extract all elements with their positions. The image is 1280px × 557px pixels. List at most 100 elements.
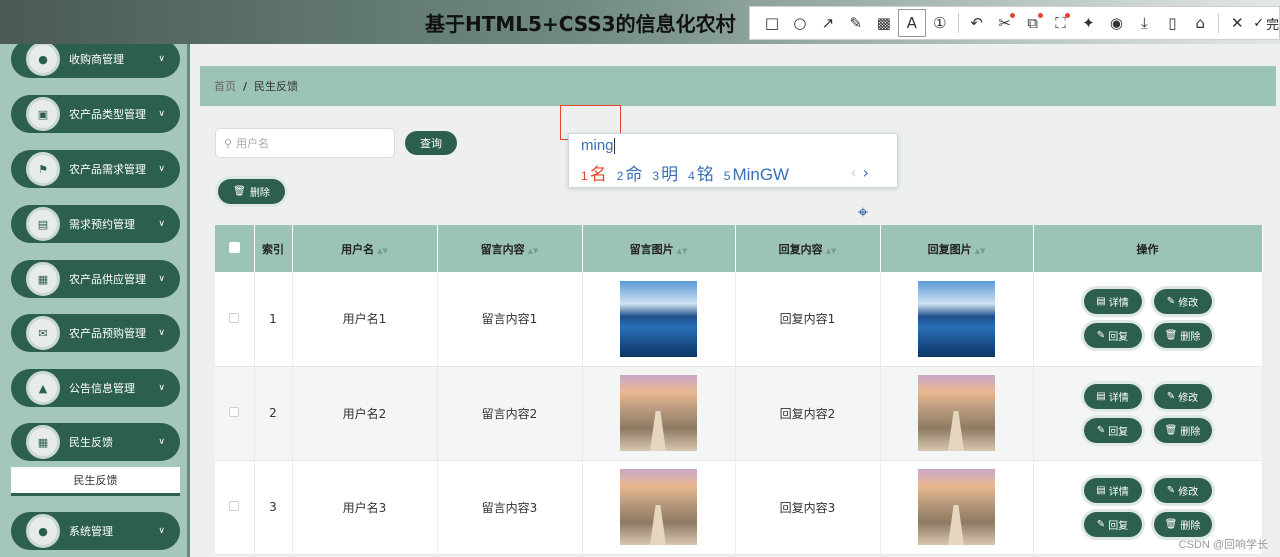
- sort-icon[interactable]: ▲▼: [826, 247, 837, 255]
- submenu-item-feedback[interactable]: 民生反馈: [11, 467, 180, 493]
- ime-input-text: ming: [581, 137, 614, 154]
- cell-reply-image: [880, 460, 1034, 555]
- breadcrumb-home[interactable]: 首页: [214, 78, 236, 94]
- chevron-left-icon[interactable]: ‹: [850, 163, 856, 182]
- select-all-checkbox[interactable]: [228, 241, 240, 253]
- chart-icon: ▲: [26, 371, 60, 405]
- pin-icon[interactable]: ✦: [1074, 9, 1102, 37]
- pencil-icon[interactable]: ✎: [842, 9, 870, 37]
- edit-button[interactable]: ✎ 修改: [1153, 289, 1212, 315]
- ime-candidate[interactable]: 5 MinGW: [724, 165, 789, 185]
- undo-icon[interactable]: ↶: [963, 9, 991, 37]
- sidebar-item-product-type[interactable]: ▣ 农产品类型管理 ∨: [11, 95, 180, 133]
- edit-button[interactable]: ✎ 修改: [1153, 383, 1212, 409]
- sidebar-item-buyer[interactable]: ● 收购商管理 ∨: [11, 44, 180, 78]
- monitor-icon: ▣: [26, 97, 60, 131]
- reply-image[interactable]: [918, 280, 995, 357]
- trash-icon: 🗑: [233, 186, 246, 197]
- reply-image[interactable]: [918, 469, 995, 545]
- delete-button[interactable]: 🗑 删除: [1153, 511, 1212, 537]
- table-row: 2 用户名2 留言内容2 回复内容2 ▤ 详情 ✎ 修改 ✎ 回复 🗑 删除: [215, 366, 1263, 461]
- sort-icon[interactable]: ▲▼: [677, 247, 688, 255]
- phone-icon[interactable]: ▯: [1158, 9, 1186, 37]
- message-image[interactable]: [620, 469, 697, 545]
- row-select-cell[interactable]: [215, 272, 255, 367]
- column-header-message[interactable]: 留言内容 ▲▼: [437, 225, 583, 272]
- select-all-cell[interactable]: [215, 225, 255, 272]
- row-select-cell[interactable]: [215, 366, 255, 461]
- delete-button[interactable]: 🗑 删除: [1153, 323, 1212, 349]
- arrow-icon[interactable]: ↗: [814, 9, 842, 37]
- sidebar-item-presale[interactable]: ✉ 农产品预购管理 ∨: [11, 314, 180, 352]
- chevron-down-icon: ∨: [158, 526, 165, 536]
- sidebar-item-system[interactable]: ● 系统管理 ∨: [11, 512, 180, 550]
- cell-reply-image: [880, 272, 1034, 367]
- sidebar-item-demand[interactable]: ⚑ 农产品需求管理 ∨: [11, 150, 180, 188]
- table-header-row: 索引 用户名 ▲▼ 留言内容 ▲▼ 留言图片 ▲▼ 回复内容 ▲▼ 回复图片 ▲▼ 操作: [215, 225, 1263, 272]
- ime-candidate[interactable]: 4铭: [688, 160, 714, 185]
- ime-candidate[interactable]: 1名: [581, 160, 607, 185]
- number-icon[interactable]: ①: [926, 9, 954, 37]
- sidebar-item-label: 农产品供应管理: [69, 273, 146, 286]
- grid-icon: ▦: [26, 425, 60, 459]
- sidebar-item-reservation[interactable]: ▤ 需求预约管理 ∨: [11, 205, 180, 243]
- delete-button[interactable]: 🗑 删除: [1153, 417, 1212, 443]
- row-checkbox[interactable]: [229, 501, 240, 511]
- batch-delete-button[interactable]: 🗑 删除: [218, 179, 285, 204]
- cell-message: 留言内容1: [437, 272, 583, 367]
- rectangle-icon[interactable]: □: [758, 9, 786, 37]
- ime-candidate[interactable]: 3明: [652, 160, 678, 185]
- close-icon[interactable]: ✕: [1223, 9, 1251, 37]
- text-icon[interactable]: A: [897, 9, 926, 37]
- sidebar-item-supply[interactable]: ▦ 农产品供应管理 ∨: [11, 260, 180, 298]
- detail-button[interactable]: ▤ 详情: [1083, 383, 1142, 409]
- edit-icon: ✎: [1166, 296, 1176, 308]
- sort-icon[interactable]: ▲▼: [975, 247, 986, 255]
- ime-input: ming: [581, 137, 615, 155]
- reply-button[interactable]: ✎ 回复: [1083, 417, 1142, 443]
- circle-icon[interactable]: ○: [786, 9, 814, 37]
- column-header-reply-image[interactable]: 回复图片 ▲▼: [880, 225, 1034, 272]
- chevron-down-icon: ∨: [158, 109, 165, 119]
- column-header-reply[interactable]: 回复内容 ▲▼: [735, 225, 881, 272]
- sort-icon[interactable]: ▲▼: [528, 247, 539, 255]
- row-checkbox[interactable]: [229, 407, 240, 417]
- row-select-cell[interactable]: [215, 460, 255, 555]
- sidebar-item-notice[interactable]: ▲ 公告信息管理 ∨: [11, 369, 180, 407]
- ocr-icon[interactable]: ⧉: [1019, 9, 1047, 37]
- trash-icon: 🗑: [1164, 518, 1178, 530]
- row-checkbox[interactable]: [229, 312, 240, 323]
- chevron-right-icon[interactable]: ›: [863, 163, 869, 182]
- detail-button[interactable]: ▤ 详情: [1083, 477, 1142, 503]
- chevron-down-icon: ∨: [158, 274, 165, 284]
- table-row: 3 用户名3 留言内容3 回复内容3 ▤ 详情 ✎ 修改 ✎ 回复 🗑 删除: [215, 460, 1263, 555]
- snip-toolbar: □ ○ ↗ ✎ ▩ A ① ↶ ✂ ⧉ ⛶ ✦ ◉ ⤓ ▯ ⌂ ✕ ✓ 完: [749, 6, 1280, 40]
- message-image[interactable]: [620, 280, 697, 357]
- scissors-icon[interactable]: ✂: [991, 9, 1019, 37]
- record-icon[interactable]: ◉: [1102, 9, 1130, 37]
- finish-button[interactable]: ✓ 完: [1253, 14, 1279, 33]
- ime-nav[interactable]: ‹ ›: [850, 163, 869, 182]
- list-icon: ▤: [1096, 296, 1106, 308]
- query-button[interactable]: 查询: [405, 131, 457, 155]
- column-header-message-image[interactable]: 留言图片 ▲▼: [582, 225, 736, 272]
- message-image[interactable]: [620, 375, 697, 451]
- edit-button[interactable]: ✎ 修改: [1153, 477, 1212, 503]
- scan-icon[interactable]: ⛶: [1047, 9, 1075, 37]
- mosaic-icon[interactable]: ▩: [870, 9, 898, 37]
- flag-icon: ⚑: [26, 152, 60, 186]
- detail-button[interactable]: ▤ 详情: [1083, 289, 1142, 315]
- reply-button[interactable]: ✎ 回复: [1083, 511, 1142, 537]
- bookmark-icon[interactable]: ⌂: [1186, 9, 1214, 37]
- cell-reply: 回复内容2: [735, 366, 881, 461]
- search-input[interactable]: ⚲ 用户名: [215, 128, 395, 158]
- ime-candidate[interactable]: 2命: [617, 160, 643, 185]
- sort-icon[interactable]: ▲▼: [377, 247, 388, 255]
- cell-index: 3: [254, 460, 293, 555]
- download-icon[interactable]: ⤓: [1130, 9, 1158, 37]
- column-header-username[interactable]: 用户名 ▲▼: [292, 225, 438, 272]
- reply-button[interactable]: ✎ 回复: [1083, 323, 1142, 349]
- table-row: 1 用户名1 留言内容1 回复内容1 ▤ 详情 ✎ 修改 ✎ 回复 🗑 删除: [215, 272, 1263, 367]
- sidebar-item-feedback[interactable]: ▦ 民生反馈 ∨: [11, 423, 180, 461]
- reply-image[interactable]: [918, 375, 995, 451]
